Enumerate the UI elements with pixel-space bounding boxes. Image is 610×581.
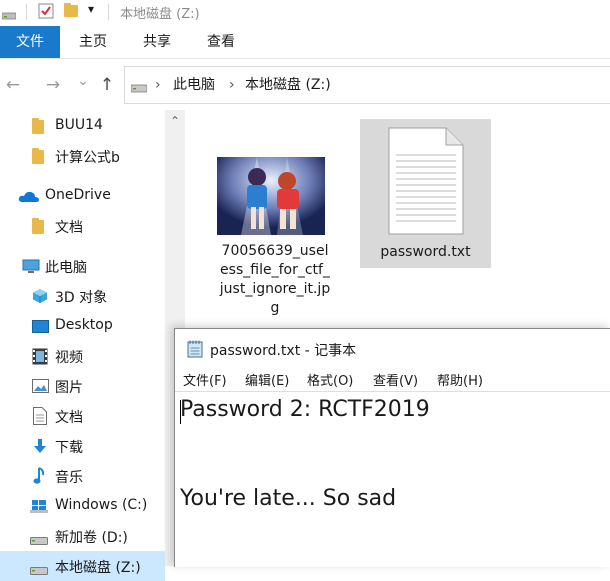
sidebar-item-pictures[interactable]: 图片: [0, 371, 165, 401]
tab-file[interactable]: 文件: [0, 26, 60, 58]
folder-icon: [32, 218, 44, 234]
up-button[interactable]: ↑: [96, 74, 118, 96]
folder-icon: [32, 148, 44, 164]
menu-file[interactable]: 文件(F): [183, 370, 227, 389]
title-bar: ▾ 本地磁盘 (Z:): [0, 0, 610, 24]
back-button[interactable]: ←: [2, 74, 24, 96]
sidebar-item-label: 音乐: [55, 470, 83, 486]
sidebar-item-onedrive-documents[interactable]: 文档: [0, 211, 165, 241]
drive-icon: [1, 8, 17, 20]
window-title: 本地磁盘 (Z:): [120, 7, 200, 22]
sidebar-item-onedrive[interactable]: OneDrive: [0, 181, 165, 211]
breadcrumb-local-disk[interactable]: 本地磁盘 (Z:): [245, 67, 331, 103]
sidebar-item-drive-c[interactable]: Windows (C:): [0, 491, 165, 521]
sidebar-item-label: Desktop: [55, 317, 113, 333]
ribbon-tabs: 文件 主页 共享 查看: [0, 26, 610, 59]
menu-help[interactable]: 帮助(H): [437, 370, 483, 389]
sidebar-item-this-pc[interactable]: 此电脑: [0, 251, 165, 281]
breadcrumb-separator: ›: [155, 77, 161, 93]
sidebar-item-label: BUU14: [55, 117, 103, 133]
computer-icon: [22, 259, 40, 275]
sidebar-item-label: 新加卷 (D:): [55, 530, 128, 546]
tab-share[interactable]: 共享: [128, 26, 186, 58]
drive-icon: [130, 81, 148, 93]
file-name-line: 70056639_usel: [221, 243, 329, 259]
file-name-line: ess_file_for_ctf_: [220, 262, 330, 278]
picture-icon: [32, 379, 49, 393]
file-name-line: password.txt: [380, 244, 471, 260]
new-folder-icon[interactable]: [64, 3, 78, 17]
sidebar-item-drive-d[interactable]: 新加卷 (D:): [0, 521, 165, 551]
desktop-icon: [32, 320, 49, 333]
sidebar-item-videos[interactable]: 视频: [0, 341, 165, 371]
sidebar-item-label: 文档: [55, 220, 83, 236]
cube-icon: [32, 288, 48, 304]
file-item-image[interactable]: 70056639_usel ess_file_for_ctf_ just_ign…: [210, 150, 340, 326]
sidebar-item-downloads[interactable]: 下载: [0, 431, 165, 461]
breadcrumb-separator: ›: [229, 77, 235, 93]
properties-check-icon[interactable]: [38, 3, 54, 19]
file-name-line: g: [270, 300, 280, 316]
sidebar-item-label: 此电脑: [45, 260, 87, 276]
sidebar-item-label: OneDrive: [45, 187, 111, 203]
menu-format[interactable]: 格式(O): [307, 370, 353, 389]
text-file-icon: [386, 127, 466, 235]
file-name-line: just_ignore_it.jp: [219, 281, 331, 297]
drive-icon: [30, 563, 48, 575]
music-icon: [33, 467, 47, 485]
windows-drive-icon: [30, 499, 48, 513]
tab-view[interactable]: 查看: [192, 26, 250, 58]
sidebar-item-formula[interactable]: 计算公式b: [0, 141, 165, 171]
sidebar-item-documents[interactable]: 文档: [0, 401, 165, 431]
notepad-icon: [187, 340, 203, 358]
cloud-icon: [18, 190, 40, 204]
document-icon: [33, 407, 47, 425]
sidebar-item-drive-z[interactable]: 本地磁盘 (Z:): [0, 551, 165, 581]
scroll-up-button[interactable]: ⌃: [165, 112, 185, 130]
menu-view[interactable]: 查看(V): [373, 370, 418, 389]
sidebar-item-label: 3D 对象: [55, 290, 108, 306]
menu-edit[interactable]: 编辑(E): [245, 370, 289, 389]
forward-button[interactable]: →: [42, 74, 64, 96]
sidebar-item-label: 下载: [55, 440, 83, 456]
sidebar-item-label: 文档: [55, 410, 83, 426]
tab-home[interactable]: 主页: [64, 26, 122, 58]
breadcrumb-this-pc[interactable]: 此电脑: [173, 67, 215, 103]
notepad-title-bar[interactable]: password.txt - 记事本: [175, 329, 610, 365]
navigation-pane: BUU14 计算公式b OneDrive 文档 此电脑 3D 对象 Deskto…: [0, 110, 165, 581]
folder-icon: [32, 118, 44, 134]
sidebar-item-buu14[interactable]: BUU14: [0, 111, 165, 141]
address-bar[interactable]: › 此电脑 › 本地磁盘 (Z:): [124, 66, 610, 104]
notepad-text-area[interactable]: Password 2: RCTF2019 You're late... So s…: [175, 392, 610, 567]
recent-locations-button[interactable]: ⌄: [72, 70, 94, 92]
film-icon: [32, 348, 48, 365]
notepad-title: password.txt - 记事本: [210, 343, 357, 359]
quick-access-dropdown[interactable]: ▾: [88, 2, 94, 16]
file-item-password-txt[interactable]: password.txt: [360, 119, 491, 268]
drive-icon: [30, 533, 48, 545]
sidebar-item-desktop[interactable]: Desktop: [0, 311, 165, 341]
text-line: You're late... So sad: [180, 486, 397, 511]
notepad-window: password.txt - 记事本 文件(F) 编辑(E) 格式(O) 查看(…: [174, 328, 610, 567]
sidebar-item-label: Windows (C:): [55, 497, 148, 513]
sidebar-item-label: 图片: [55, 380, 83, 396]
sidebar-item-label: 本地磁盘 (Z:): [55, 560, 141, 576]
download-icon: [32, 438, 48, 455]
sidebar-item-music[interactable]: 音乐: [0, 461, 165, 491]
notepad-menu-bar: 文件(F) 编辑(E) 格式(O) 查看(V) 帮助(H): [175, 365, 610, 392]
text-line: Password 2: RCTF2019: [180, 397, 430, 422]
sidebar-item-label: 视频: [55, 350, 83, 366]
image-thumbnail: [217, 157, 325, 235]
sidebar-item-3d-objects[interactable]: 3D 对象: [0, 281, 165, 311]
sidebar-item-label: 计算公式b: [55, 150, 120, 166]
